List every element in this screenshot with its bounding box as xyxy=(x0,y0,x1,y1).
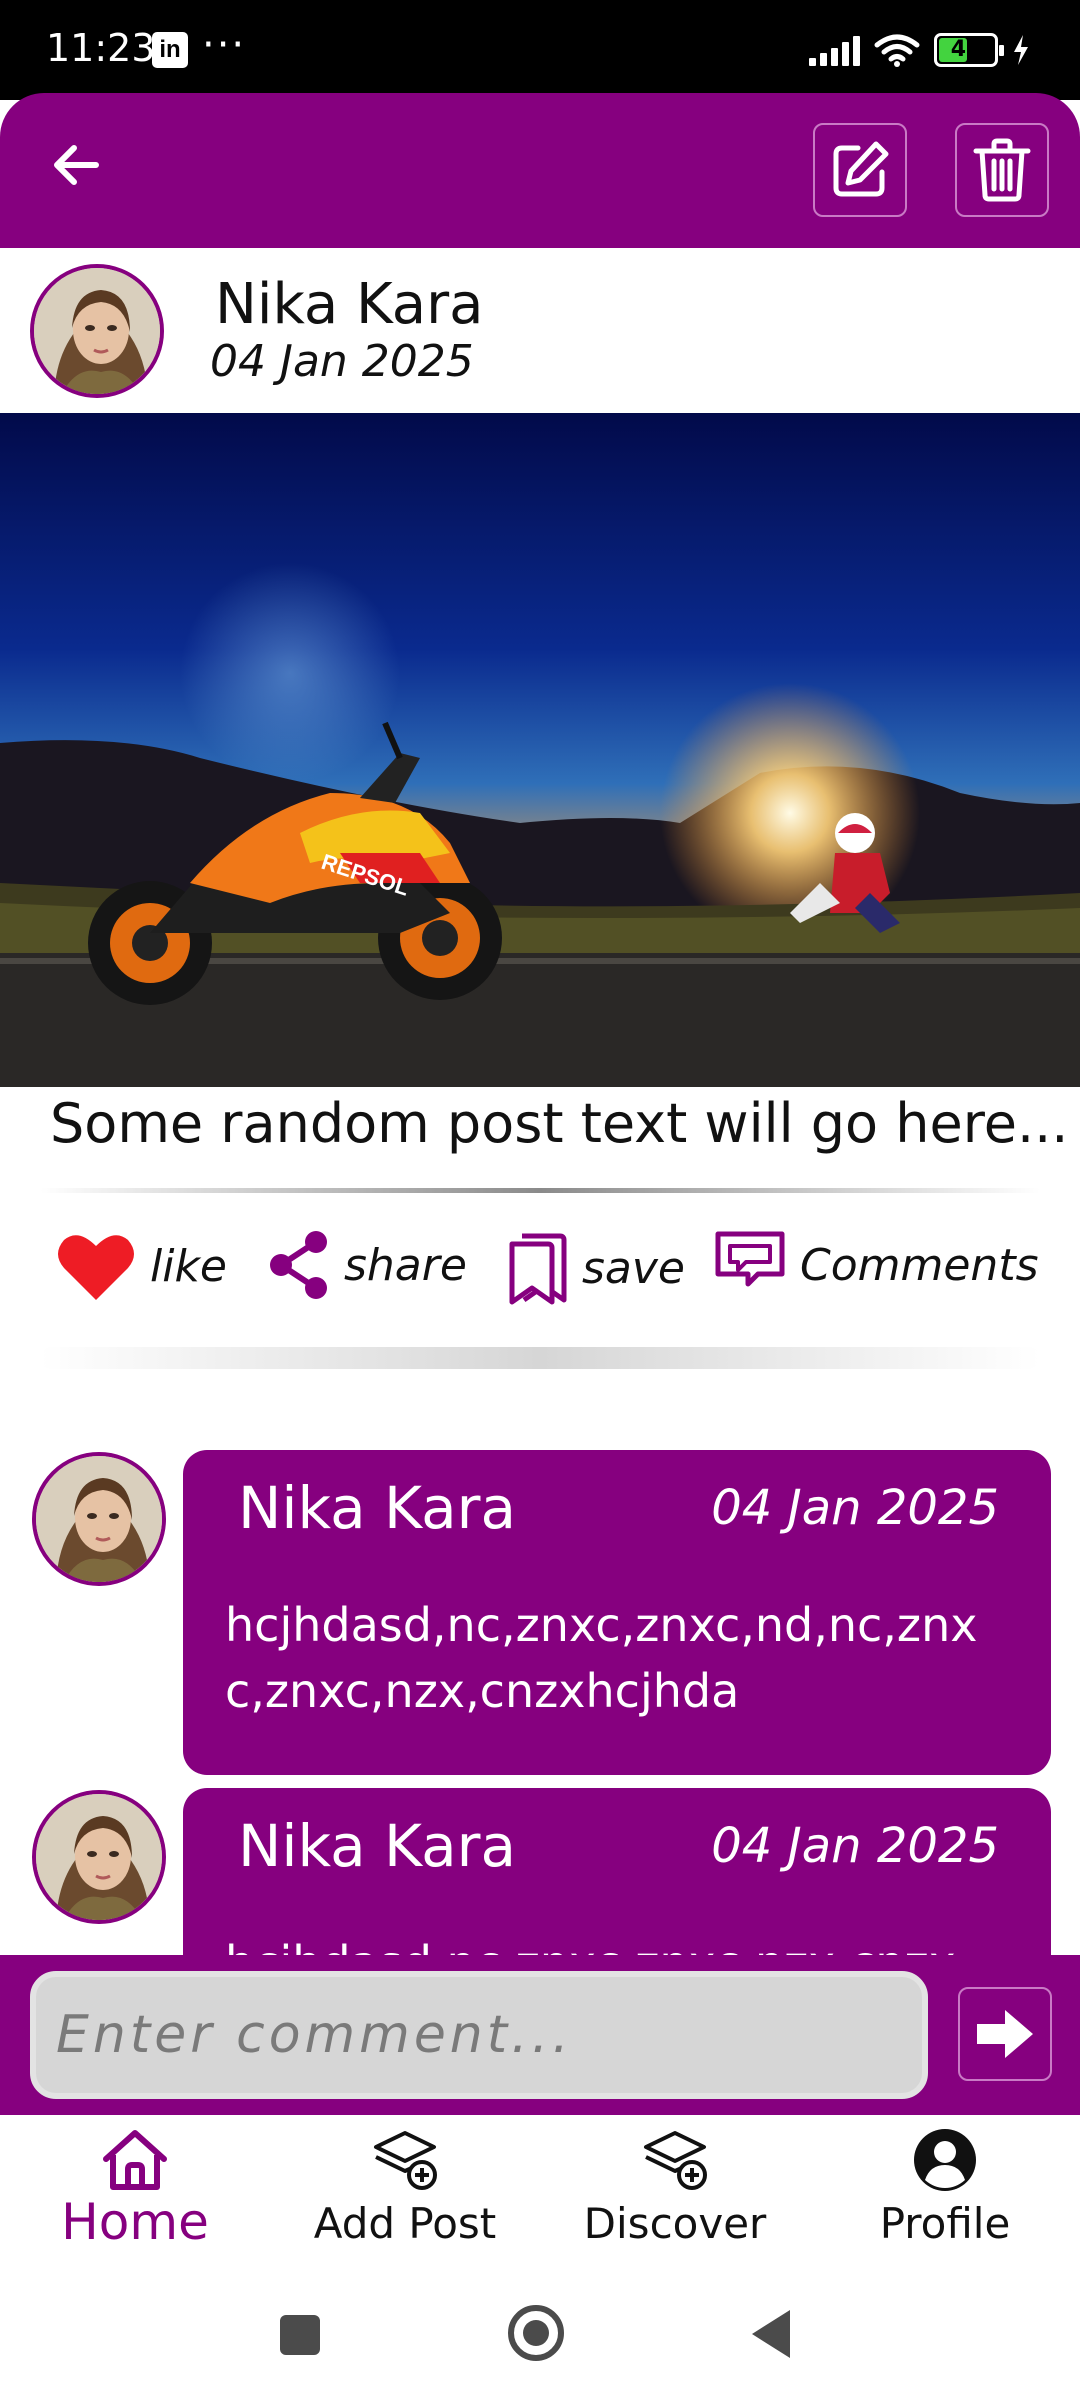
system-back-button[interactable] xyxy=(752,2310,790,2358)
status-bar: 11:23 in ··· 48 xyxy=(0,0,1080,100)
share-icon xyxy=(270,1231,327,1299)
nav-home[interactable]: Home xyxy=(0,2115,270,2270)
share-button[interactable]: share xyxy=(268,1230,467,1300)
commenter-avatar[interactable] xyxy=(32,1790,166,1924)
more-notifications-icon: ··· xyxy=(202,22,247,68)
system-navigation-bar xyxy=(0,2270,1080,2400)
comment-item: Nika Kara 04 Jan 2025 hcjhdasd,nc,znxc,z… xyxy=(0,1788,1080,1958)
battery-level: 48 xyxy=(950,37,982,62)
divider xyxy=(40,1347,1040,1369)
status-time: 11:23 xyxy=(46,26,156,70)
profile-icon xyxy=(914,2129,976,2191)
nav-discover[interactable]: Discover xyxy=(540,2115,810,2270)
nav-profile[interactable]: Profile xyxy=(810,2115,1080,2270)
home-icon xyxy=(103,2130,167,2190)
save-button[interactable]: save xyxy=(506,1230,685,1306)
comment-date: 04 Jan 2025 xyxy=(711,1480,999,1536)
comments-button[interactable]: Comments xyxy=(714,1230,1039,1300)
save-label: save xyxy=(582,1242,685,1294)
add-layers-icon xyxy=(374,2131,437,2190)
nav-add-post-label: Add Post xyxy=(313,2199,497,2248)
commenter-name: Nika Kara xyxy=(238,1812,516,1880)
comment-text: hcjhdasd,nc,znxc,znxc,nzx,cnzx xyxy=(225,1930,1011,1958)
nav-add-post[interactable]: Add Post xyxy=(270,2115,540,2270)
bottom-navigation: Home Add Post Discover Profile xyxy=(0,2115,1080,2270)
nav-discover-label: Discover xyxy=(583,2199,767,2248)
post-image[interactable]: REPSOL xyxy=(0,413,1080,1087)
charging-icon xyxy=(1014,35,1028,65)
like-label: like xyxy=(150,1240,227,1292)
nav-profile-label: Profile xyxy=(879,2199,1011,2248)
comment-input-bar xyxy=(0,1955,1080,2115)
heart-icon xyxy=(58,1235,134,1300)
app-bar xyxy=(0,93,1080,248)
comments-icon xyxy=(715,1231,785,1287)
bookmark-icon xyxy=(509,1233,567,1305)
arrow-right-icon xyxy=(977,2010,1033,2058)
discover-layers-icon xyxy=(644,2131,707,2190)
comment-bubble: Nika Kara 04 Jan 2025 hcjhdasd,nc,znxc,z… xyxy=(183,1788,1051,1958)
author-name: Nika Kara xyxy=(215,272,484,337)
share-label: share xyxy=(344,1239,467,1291)
commenter-name: Nika Kara xyxy=(238,1474,516,1542)
back-button[interactable] xyxy=(46,135,106,195)
comment-text: hcjhdasd,nc,znxc,znxc,nd,nc,znxc,znxc,nz… xyxy=(225,1598,978,1718)
battery-icon: 48 xyxy=(934,33,1004,67)
comments-label: Comments xyxy=(800,1239,1039,1291)
comment-input[interactable] xyxy=(30,1971,928,2099)
post-text: Some random post text will go here... xyxy=(50,1092,1069,1155)
send-comment-button[interactable] xyxy=(958,1987,1052,2081)
edit-post-button[interactable] xyxy=(813,123,907,217)
wifi-icon xyxy=(874,34,920,67)
linkedin-icon: in xyxy=(152,32,188,68)
commenter-avatar[interactable] xyxy=(32,1452,166,1586)
author-avatar[interactable] xyxy=(30,264,164,398)
status-indicators: 48 xyxy=(809,30,1030,70)
comment-bubble: Nika Kara 04 Jan 2025 hcjhdasd,nc,znxc,z… xyxy=(183,1450,1051,1775)
recent-apps-button[interactable] xyxy=(280,2315,320,2355)
system-home-button[interactable] xyxy=(508,2305,564,2361)
post-date: 04 Jan 2025 xyxy=(210,336,474,387)
like-button[interactable]: like xyxy=(56,1230,227,1302)
comment-item: Nika Kara 04 Jan 2025 hcjhdasd,nc,znxc,z… xyxy=(0,1450,1080,1775)
signal-icon xyxy=(809,34,860,66)
post-actions: like share save Comments xyxy=(0,1230,1080,1330)
divider xyxy=(40,1188,1040,1193)
comment-date: 04 Jan 2025 xyxy=(711,1818,999,1874)
trash-icon xyxy=(973,138,1031,202)
arrow-left-icon xyxy=(54,145,99,185)
edit-icon xyxy=(833,141,889,197)
post-author-header: Nika Kara 04 Jan 2025 xyxy=(0,248,1080,413)
nav-home-label: Home xyxy=(61,2193,209,2251)
delete-post-button[interactable] xyxy=(955,123,1049,217)
